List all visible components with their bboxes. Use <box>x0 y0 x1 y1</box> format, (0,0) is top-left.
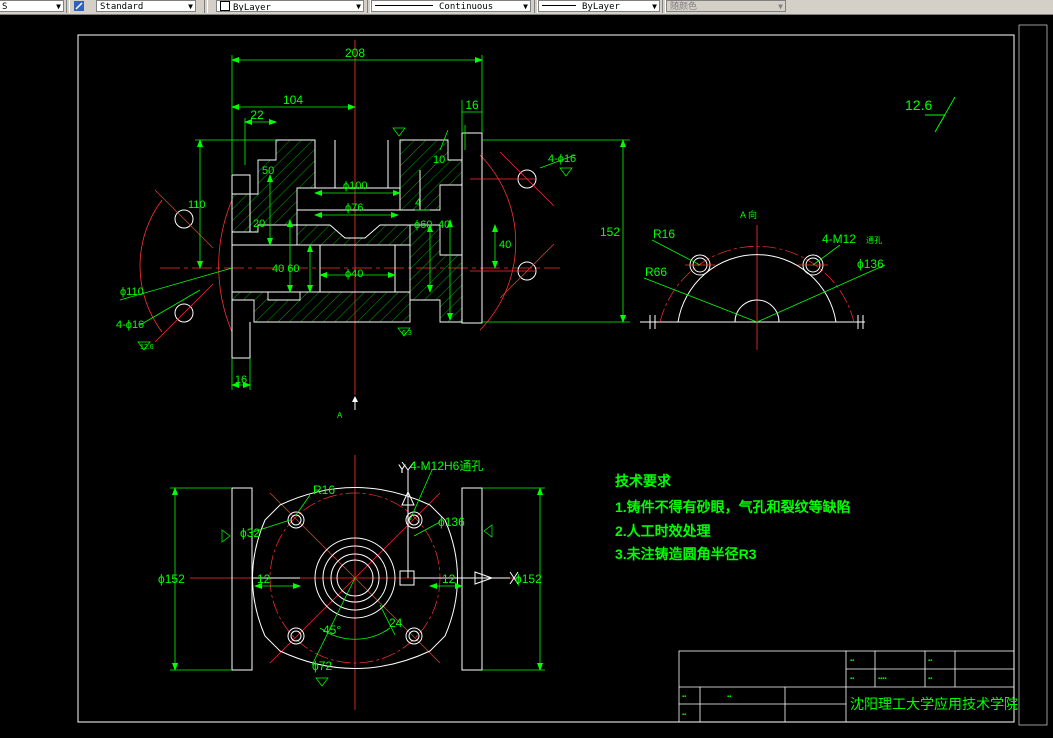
text-style-value: Standard <box>100 2 144 12</box>
section-hatch-upper-left <box>231 139 316 233</box>
dim-104: 104 <box>283 93 303 107</box>
chevron-down-icon: ▼ <box>652 2 657 11</box>
chevron-down-icon: ▼ <box>188 2 193 11</box>
technical-requirements: 技术要求 1.铸件不得有砂眼，气孔和裂纹等缺陷 2.人工时效处理 3.未注铸造圆… <box>615 473 851 562</box>
view-a-r66: R66 <box>645 265 667 279</box>
lineweight-value: ByLayer <box>582 2 620 12</box>
dim-holes-left: 4-ϕ16 <box>116 319 144 331</box>
dim-22: 22 <box>250 108 264 122</box>
dim-phi110: ϕ110 <box>120 286 144 298</box>
text-style-prefix: S <box>2 2 8 12</box>
title-block-cell: ▪▪ <box>682 694 686 700</box>
chevron-down-icon: ▼ <box>778 2 783 11</box>
plan-dim-24: 24 <box>389 616 403 630</box>
note-item-1: 1.铸件不得有砂眼，气孔和裂纹等缺陷 <box>615 499 851 515</box>
dim-16-top: 16 <box>465 98 479 112</box>
view-a-r16: R16 <box>653 227 675 241</box>
dim-phi76: ϕ76 <box>345 202 363 214</box>
section-hatch-lower <box>231 291 411 323</box>
text-style-dropdown[interactable]: Standard ▼ <box>96 0 196 12</box>
view-a-phi136: ϕ136 <box>857 257 884 271</box>
dim-208: 208 <box>345 46 365 60</box>
title-block-cell: ▪▪ <box>928 676 932 682</box>
plan-phi72: ϕ72 <box>312 659 332 673</box>
dim-40-a: 40 <box>438 219 450 231</box>
view-a: A 向 R16 R66 4-M12 通孔 ϕ136 <box>640 209 886 350</box>
dim-20: 20 <box>253 218 265 230</box>
dim-50: 50 <box>262 165 274 177</box>
plan-view: 4-M12H6通孔 Y R16 ϕ32 ϕ136 ϕ152 ϕ152 12 12… <box>158 455 545 710</box>
plan-phi136: ϕ136 <box>438 515 465 529</box>
dim-10: 10 <box>433 154 445 166</box>
linetype-dropdown[interactable]: Continuous ▼ <box>371 0 531 12</box>
pcd-arc-left <box>218 199 233 333</box>
plan-dim-12-right: 12 <box>442 572 456 586</box>
title-block-cell: ▪▪ <box>682 712 686 718</box>
note-item-3: 3.未注铸造圆角半径R3 <box>615 546 757 562</box>
text-style-dropdown-prev[interactable]: S ▼ <box>0 0 64 12</box>
properties-toolbar: S ▼ Standard ▼ ByLayer ▼ Continuous ▼ ByLaye… <box>0 0 1053 15</box>
school-name: 沈阳理工大学应用技术学院 <box>850 696 1018 712</box>
toolbar-separator <box>204 0 208 13</box>
section-hatch-right <box>409 224 463 323</box>
lineweight-line-icon <box>542 5 576 6</box>
plan-angle-45: 45° <box>323 623 341 637</box>
section-hatch-center <box>296 224 411 246</box>
plan-dim-12-left: 12 <box>257 572 271 586</box>
chevron-down-icon: ▼ <box>523 2 528 11</box>
view-a-m12: 4-M12 <box>822 232 856 246</box>
view-a-title: A 向 <box>740 209 757 220</box>
dim-152: 152 <box>600 225 620 239</box>
dim-4: 4 <box>415 197 421 209</box>
front-section-view: 208 104 22 16 50 110 20 ϕ100 4 ϕ76 ϕ60 4… <box>116 40 630 420</box>
dim-110: 110 <box>188 199 206 211</box>
dim-40-60: 40 60 <box>272 263 300 275</box>
drawing-canvas[interactable]: 208 104 22 16 50 110 20 ϕ100 4 ϕ76 ϕ60 4… <box>0 15 1053 738</box>
plan-r16: R16 <box>313 483 335 497</box>
linetype-value: Continuous <box>439 2 494 12</box>
chevron-down-icon: ▼ <box>56 2 61 11</box>
title-block-cell: ▪▪ <box>727 694 731 700</box>
section-hatch-upper-right <box>399 139 463 211</box>
lineweight-dropdown[interactable]: ByLayer ▼ <box>538 0 660 12</box>
note-item-2: 2.人工时效处理 <box>615 523 711 539</box>
title-block-cell: ▪▪ <box>928 658 932 664</box>
toolbar-separator <box>66 0 70 13</box>
outer-frame-right <box>1018 24 1048 726</box>
plan-phi152-left: ϕ152 <box>158 572 185 586</box>
linetype-line-icon <box>375 5 433 6</box>
dim-16-bottom: 16 <box>235 374 247 386</box>
dimstyle-icon[interactable] <box>74 1 84 11</box>
roughness-small-center: 6.3 <box>402 330 412 337</box>
plan-phi152-right: ϕ152 <box>515 572 542 586</box>
color-swatch-icon <box>220 1 230 11</box>
chevron-down-icon: ▼ <box>356 2 361 11</box>
notes-title: 技术要求 <box>615 473 672 489</box>
dim-phi40: ϕ40 <box>345 268 363 280</box>
roughness-symbol-global: 12.6 <box>905 96 956 133</box>
roughness-value: 12.6 <box>905 97 932 113</box>
view-a-through: 通孔 <box>866 235 882 245</box>
layer-value: ByLayer <box>233 3 271 12</box>
plan-y-axis: Y <box>398 462 406 476</box>
dim-40-b: 40 <box>499 239 511 251</box>
plotstyle-dropdown: 随颜色 ▼ <box>666 0 786 12</box>
view-arrow-label: A <box>337 411 343 420</box>
plotstyle-value: 随颜色 <box>670 2 698 12</box>
layer-color-dropdown[interactable]: ByLayer ▼ <box>216 0 364 12</box>
pcd-arc-left-outer <box>139 199 163 333</box>
drawing-border <box>77 34 1015 723</box>
plan-phi32: ϕ32 <box>240 526 260 540</box>
dim-phi100: ϕ100 <box>343 180 368 192</box>
dim-holes-right: 4-ϕ16 <box>548 153 576 165</box>
title-block-cell: ▪▪ <box>850 676 854 682</box>
title-block-cell: ▪▪▪▪ <box>878 676 887 682</box>
dim-phi60: ϕ60 <box>414 219 432 231</box>
title-block-cell: ▪▪ <box>850 658 854 664</box>
plan-m12h6: 4-M12H6通孔 <box>410 459 483 473</box>
